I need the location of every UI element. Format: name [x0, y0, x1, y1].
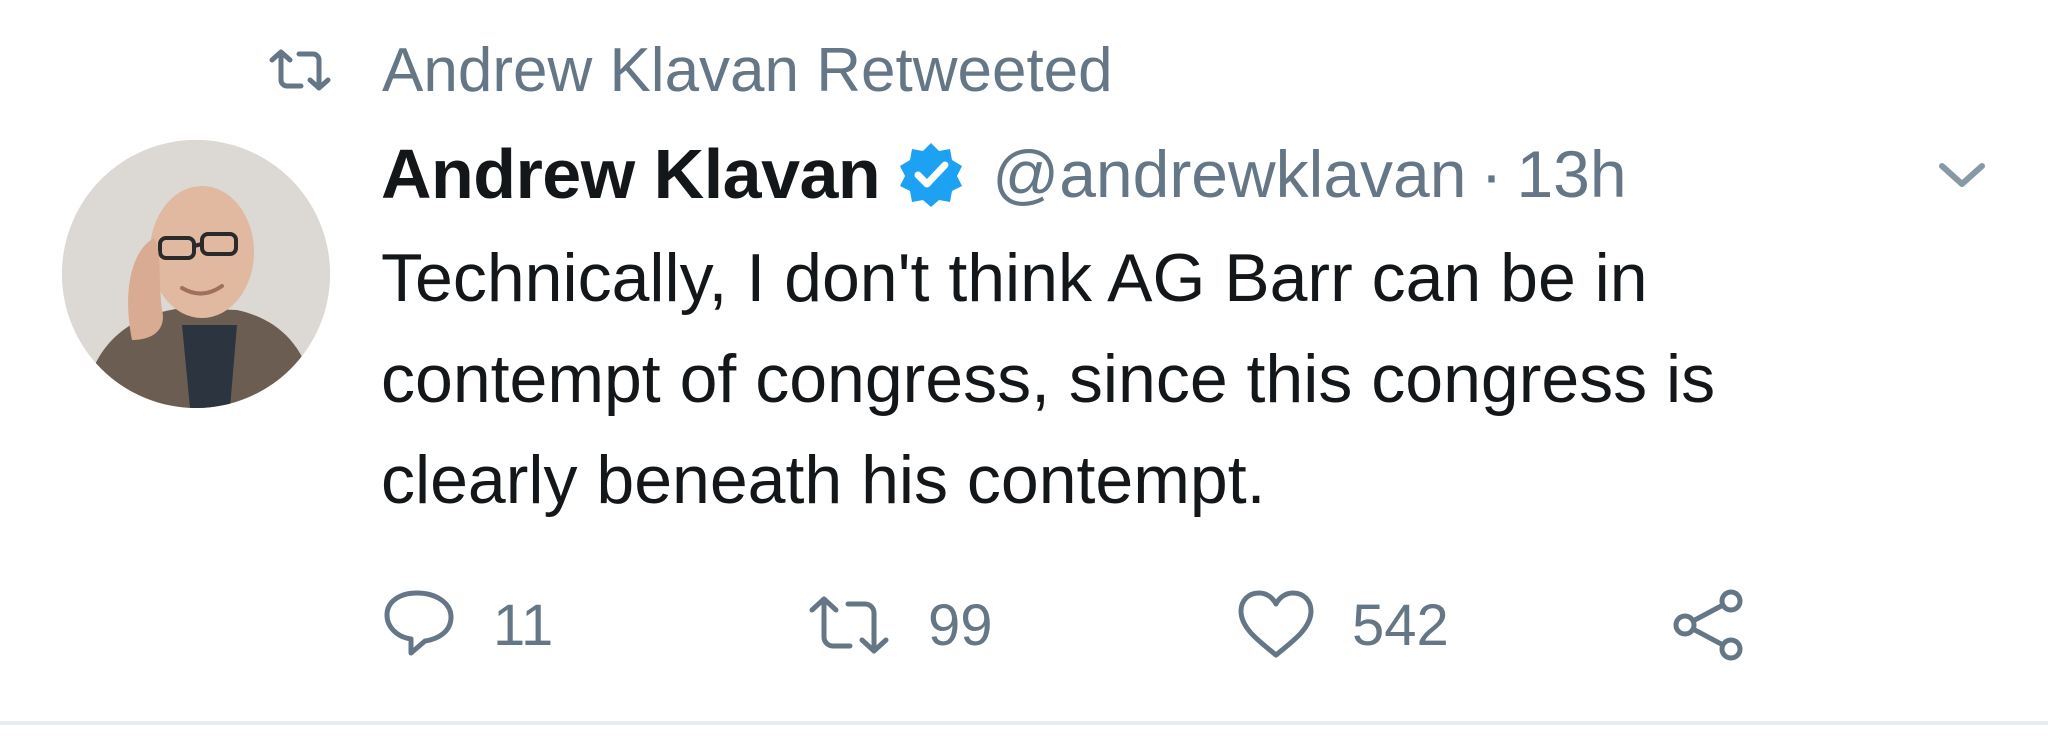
chevron-down-icon[interactable] [1932, 150, 1992, 200]
user-handle[interactable]: @andrewklavan [992, 136, 1466, 212]
tweet-timestamp[interactable]: 13h [1516, 136, 1626, 212]
tweet-text-line: Technically, I don't think AG Barr can b… [381, 240, 1648, 316]
avatar[interactable] [62, 140, 330, 408]
tweet-header: Andrew Klavan @andrewklavan · 13h [381, 128, 1627, 220]
retweet-icon [806, 593, 892, 657]
verified-badge-icon [896, 139, 966, 209]
display-name[interactable]: Andrew Klavan [381, 134, 881, 214]
retweet-context: Andrew Klavan Retweeted [268, 30, 1113, 110]
retweet-count: 99 [928, 592, 993, 658]
reply-icon [381, 587, 457, 663]
retweet-button[interactable]: 99 [806, 580, 993, 670]
tweet-divider [0, 721, 2048, 725]
share-button[interactable] [1671, 580, 1747, 670]
like-button[interactable]: 542 [1236, 580, 1449, 670]
reply-count: 11 [493, 592, 554, 658]
tweet-actions: 11 99 542 [381, 580, 2001, 670]
share-icon [1671, 587, 1747, 663]
retweet-context-text[interactable]: Andrew Klavan Retweeted [382, 35, 1113, 106]
tweet-text-line: contempt of congress, since this congres… [381, 341, 1716, 417]
reply-button[interactable]: 11 [381, 580, 553, 670]
tweet-text: Technically, I don't think AG Barr can b… [381, 228, 2001, 531]
heart-icon [1236, 589, 1316, 661]
like-count: 542 [1352, 592, 1449, 658]
tweet-card[interactable]: Andrew Klavan Retweeted Andrew Klavan @a… [0, 0, 2048, 745]
retweet-icon [268, 48, 332, 92]
meta-separator: · [1480, 137, 1503, 211]
tweet-text-line: clearly beneath his contempt. [381, 442, 1266, 518]
